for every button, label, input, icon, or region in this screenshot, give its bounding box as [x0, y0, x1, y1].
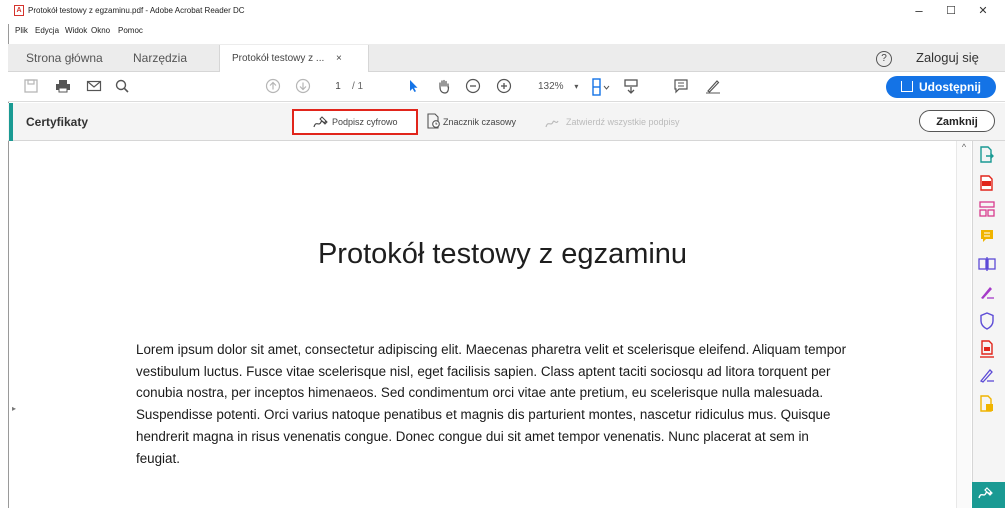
export-pdf-icon[interactable]: [977, 146, 997, 166]
tab-document-label: Protokół testowy z ...: [232, 53, 325, 64]
page-number-input[interactable]: 1: [328, 80, 348, 94]
window-title: Protokół testowy z egzaminu.pdf - Adobe …: [28, 6, 245, 15]
print-icon[interactable]: [54, 78, 72, 96]
menu-edit[interactable]: Edycja: [35, 26, 59, 35]
email-icon[interactable]: [85, 78, 103, 96]
protect-icon[interactable]: [977, 312, 997, 332]
certificates-icon: [977, 485, 997, 505]
zoom-select[interactable]: 132% ▾: [538, 80, 578, 94]
request-signature-icon[interactable]: [977, 367, 997, 387]
document-paragraph: Lorem ipsum dolor sit amet, consectetur …: [136, 342, 847, 466]
next-page-icon[interactable]: [294, 78, 312, 96]
minimize-button[interactable]: –: [904, 3, 934, 19]
combine-files-icon[interactable]: [977, 256, 997, 276]
scroll-mode-icon[interactable]: [622, 78, 640, 96]
tab-home[interactable]: Strona główna: [26, 44, 103, 72]
tab-tools[interactable]: Narzędzia: [133, 44, 187, 72]
vertical-scrollbar[interactable]: [956, 141, 971, 508]
hand-icon[interactable]: [435, 78, 453, 96]
chevron-down-icon: ▾: [574, 82, 579, 91]
menu-window[interactable]: Okno: [91, 26, 110, 35]
help-icon[interactable]: ?: [876, 51, 892, 67]
acrobat-logo-icon: A: [14, 5, 24, 16]
maximize-button[interactable]: ☐: [936, 3, 966, 19]
close-window-button[interactable]: ✕: [968, 3, 998, 19]
page-total: / 1: [352, 81, 364, 92]
fill-sign-icon[interactable]: [977, 284, 997, 304]
share-icon: [901, 81, 913, 92]
document-title: Protokół testowy z egzaminu: [317, 238, 688, 270]
sign-digitally-label: Podpisz cyfrowo: [332, 117, 398, 127]
zoom-in-icon[interactable]: [495, 78, 513, 96]
organize-pages-icon[interactable]: [977, 200, 997, 220]
validate-signatures-icon: [545, 115, 561, 134]
share-button[interactable]: Udostępnij: [886, 76, 996, 98]
comment-tool-icon[interactable]: [977, 228, 997, 248]
timestamp-icon[interactable]: [427, 113, 441, 135]
search-icon[interactable]: [113, 78, 131, 96]
login-link[interactable]: Zaloguj się: [916, 44, 979, 72]
sign-pen-icon[interactable]: [704, 78, 722, 96]
timestamp-button[interactable]: Znacznik czasowy: [443, 103, 516, 141]
tab-close-icon[interactable]: ×: [336, 45, 342, 72]
left-panel-toggle-icon[interactable]: ▸: [12, 404, 16, 413]
certificates-title: Certyfikaty: [26, 115, 89, 129]
menu-file[interactable]: Plik: [15, 26, 28, 35]
sign-digitally-icon: [313, 115, 329, 134]
menu-help[interactable]: Pomoc: [118, 26, 143, 35]
send-for-review-icon[interactable]: [977, 340, 997, 360]
create-pdf-icon[interactable]: [977, 174, 997, 194]
comment-icon[interactable]: [672, 78, 690, 96]
certificates-accent: [9, 103, 13, 141]
prev-page-icon[interactable]: [264, 78, 282, 96]
menu-view[interactable]: Widok: [65, 26, 87, 35]
zoom-out-icon[interactable]: [464, 78, 482, 96]
close-certificates-button[interactable]: Zamknij: [919, 110, 995, 132]
zoom-value: 132%: [538, 81, 564, 92]
more-tools-icon[interactable]: [977, 395, 997, 415]
scroll-up-icon[interactable]: ^: [957, 142, 971, 152]
share-label: Udostępnij: [919, 80, 981, 94]
validate-all-signatures-button[interactable]: Zatwierdź wszystkie podpisy: [566, 103, 680, 141]
fit-page-icon[interactable]: [591, 78, 610, 96]
save-icon[interactable]: [22, 78, 40, 96]
select-cursor-icon[interactable]: [404, 78, 422, 96]
